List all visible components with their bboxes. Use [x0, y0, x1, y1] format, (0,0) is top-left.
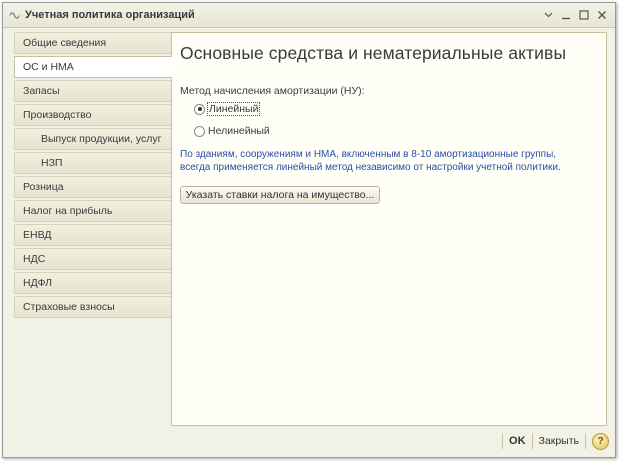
window-title: Учетная политика организаций — [25, 9, 195, 21]
chevron-down-icon — [544, 12, 552, 18]
maximize-icon — [579, 10, 589, 20]
sidebar-item-label: Общие сведения — [23, 37, 107, 49]
help-button[interactable]: ? — [592, 432, 609, 450]
window-controls — [539, 6, 611, 24]
close-window-button[interactable] — [593, 6, 611, 24]
sidebar-item-label: НДФЛ — [23, 277, 52, 289]
sidebar-item-label: Страховые взносы — [23, 301, 115, 313]
sidebar-item-1[interactable]: Общие сведения — [14, 32, 171, 54]
sidebar-item-label: ОС и НМА — [23, 61, 74, 73]
radio-nonlinear-label: Нелинейный — [208, 125, 270, 137]
footer-separator — [531, 433, 533, 449]
sidebar-item-label: Выпуск продукции, услуг — [41, 133, 162, 145]
page-title: Основные средства и нематериальные актив… — [180, 43, 567, 63]
help-icon: ? — [597, 435, 604, 447]
footer-separator — [502, 433, 504, 449]
sidebar-item-4[interactable]: Производство — [14, 104, 171, 126]
sidebar-item-label: Налог на прибыль — [23, 205, 113, 217]
info-note: По зданиям, сооружениям и НМА, включенны… — [180, 149, 590, 174]
sidebar-item-label: НЗП — [41, 157, 63, 169]
sidebar-item-label: Производство — [23, 109, 92, 121]
minimize-icon — [562, 17, 570, 20]
sidebar-item-label: Розница — [23, 181, 64, 193]
sidebar-item-11[interactable]: НДФЛ — [14, 272, 171, 294]
footer-separator — [585, 433, 586, 449]
sidebar-item-7[interactable]: Розница — [14, 176, 171, 198]
sidebar-item-label: НДС — [23, 253, 46, 265]
sidebar-item-label: ЕНВД — [23, 229, 52, 241]
radio-nonlinear-indicator[interactable] — [194, 125, 205, 137]
radio-linear[interactable]: Линейный — [194, 102, 261, 116]
window: Учетная политика организаций Общие сведе… — [2, 2, 616, 458]
sidebar-item-9[interactable]: ЕНВД — [14, 224, 171, 246]
sidebar-item-8[interactable]: Налог на прибыль — [14, 200, 171, 222]
footer-bar: OK Закрыть ? — [3, 427, 615, 457]
close-icon — [598, 11, 606, 19]
sidebar-nav: Общие сведения ОС и НМА Запасы Производство… — [14, 32, 172, 320]
radio-nonlinear[interactable]: Нелинейный — [194, 125, 270, 137]
sidebar-item-2[interactable]: ОС и НМА — [14, 56, 172, 78]
radio-linear-label: Линейный — [206, 102, 261, 116]
footer-actions: OK Закрыть ? — [496, 431, 609, 451]
close-button[interactable]: Закрыть — [539, 435, 579, 447]
sidebar-item-6[interactable]: НЗП — [14, 152, 171, 174]
depreciation-method-label: Метод начисления амортизации (НУ): — [180, 85, 365, 97]
window-menu-button[interactable] — [539, 6, 557, 24]
radio-linear-indicator[interactable] — [194, 103, 205, 115]
property-tax-rates-button[interactable]: Указать ставки налога на имущество... — [180, 186, 380, 204]
app-icon — [9, 10, 20, 21]
content-panel: Основные средства и нематериальные актив… — [171, 32, 607, 426]
info-note-line-1: По зданиям, сооружениям и НМА, включенны… — [180, 149, 557, 160]
sidebar-item-12[interactable]: Страховые взносы — [14, 296, 171, 318]
info-note-line-2: всегда применяется линейный метод незави… — [180, 161, 561, 173]
sidebar-item-3[interactable]: Запасы — [14, 80, 171, 102]
title-bar: Учетная политика организаций — [3, 3, 615, 28]
sidebar-item-10[interactable]: НДС — [14, 248, 171, 270]
maximize-button[interactable] — [575, 6, 593, 24]
minimize-button[interactable] — [557, 6, 575, 24]
ok-button[interactable]: OK — [509, 435, 526, 447]
sidebar-item-5[interactable]: Выпуск продукции, услуг — [14, 128, 171, 150]
sidebar-item-label: Запасы — [23, 85, 60, 97]
